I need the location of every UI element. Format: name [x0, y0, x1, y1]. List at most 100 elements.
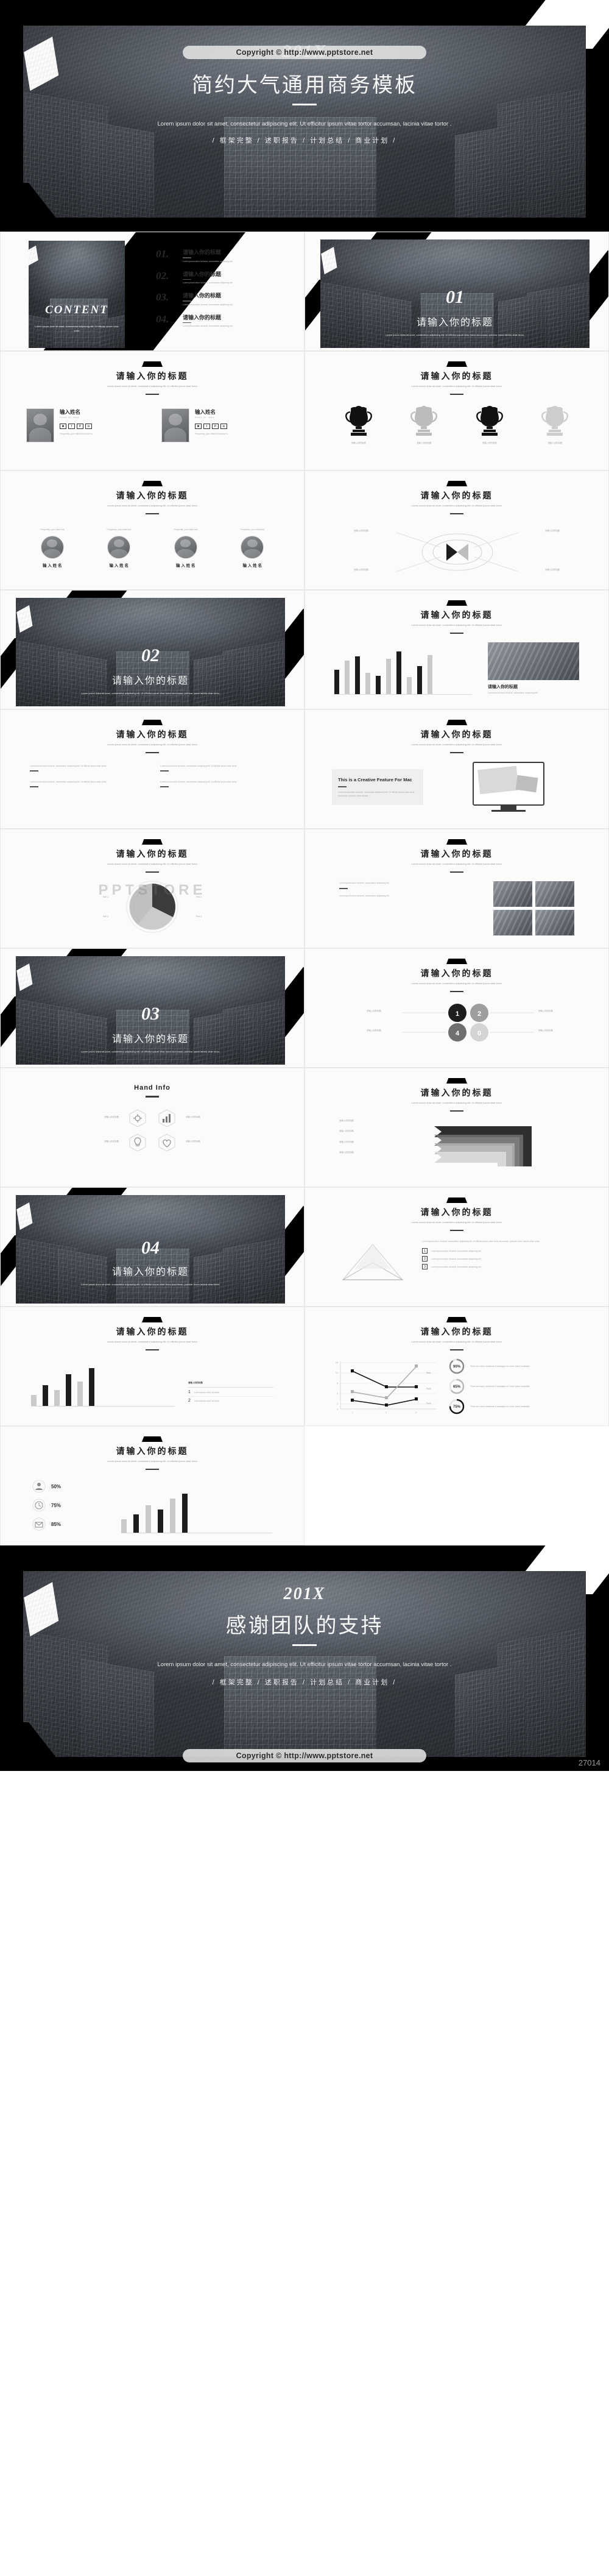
trophy-item[interactable]: 请输入你的标题 — [476, 405, 504, 445]
header-marker — [446, 1317, 467, 1322]
donut-item[interactable]: 90% There are many variations of passage… — [448, 1358, 586, 1375]
bar-photo-slide[interactable]: 请输入你的标题 Lorem ipsum dolor sit amet, cons… — [304, 590, 609, 709]
list-item[interactable]: 04. 请输入你的标题 Lorem ipsum dolor sit amet, … — [156, 313, 299, 328]
person-item[interactable]: Frequently, your initial font 输 入 姓 名 — [158, 528, 213, 568]
final-metrics-slide[interactable]: 请输入你的标题 Lorem ipsum dolor sit amet, cons… — [0, 1426, 304, 1545]
pie-label: Part 1 — [102, 896, 108, 899]
linkedin-icon[interactable]: in — [220, 424, 227, 430]
donut-item[interactable]: 65% There are many variations of passage… — [448, 1378, 586, 1395]
legend-row-num: 2 — [188, 1399, 191, 1403]
content-slide[interactable]: CONTENT Lorem ipsum dolor sit amet, cons… — [0, 232, 304, 351]
row-final-metrics: 请输入你的标题 Lorem ipsum dolor sit amet, cons… — [0, 1426, 609, 1545]
arrow-slide[interactable]: 请输入你的标题 Lorem ipsum dolor sit amet, cons… — [304, 1068, 609, 1187]
trophy-label: 请输入你的标题 — [417, 442, 432, 445]
photo-thumb[interactable] — [535, 881, 574, 907]
section-slide-04[interactable]: 04 请输入你的标题 Lorem ipsum dolor sit amet, c… — [0, 1187, 304, 1307]
venn-slide[interactable]: 请输入你的标题 Lorem ipsum dolor sit amet, cons… — [304, 470, 609, 590]
envelope-row[interactable]: 3 Lorem ipsum dolor sit amet, consectetu… — [422, 1264, 577, 1270]
envelope-row[interactable]: 2 Lorem ipsum dolor sit amet, consectetu… — [422, 1256, 577, 1262]
slide-subtitle: Lorem ipsum dolor sit amet, consectetur … — [411, 862, 502, 865]
avatar — [174, 536, 197, 559]
envelope-icon — [342, 1244, 404, 1280]
trophy-label: 请输入你的标题 — [351, 442, 366, 445]
section-slide-02[interactable]: 02 请输入你的标题 Lorem ipsum dolor sit amet, c… — [0, 590, 304, 709]
envelope-row[interactable]: 1 Lorem ipsum dolor sit amet, consectetu… — [422, 1248, 577, 1254]
text-block[interactable]: Lorem ipsum dolor sit amet, consectetur … — [30, 764, 144, 772]
arrow-label: 请输入你的标题 — [339, 1151, 354, 1154]
people-slide[interactable]: 请输入你的标题 Lorem ipsum dolor sit amet, cons… — [0, 470, 304, 590]
envelope-rows: 1 Lorem ipsum dolor sit amet, consectetu… — [422, 1248, 577, 1270]
metric-item[interactable]: 75% — [32, 1499, 105, 1512]
section-desc: Lorem ipsum dolor sit amet, consectetur … — [385, 333, 525, 336]
trophy-slide[interactable]: 请输入你的标题 Lorem ipsum dolor sit amet, cons… — [304, 351, 609, 470]
svg-text:65%: 65% — [453, 1385, 461, 1389]
text-block[interactable]: Lorem ipsum dolor sit amet, consectetur … — [160, 780, 275, 787]
person-item[interactable]: Frequently, your initial font 输 入 姓 名 — [225, 528, 280, 568]
twitter-icon[interactable]: ✖ — [60, 424, 66, 430]
twitter-icon[interactable]: ✖ — [195, 424, 202, 430]
trophy-item[interactable]: 请输入你的标题 — [410, 405, 438, 445]
person-name: 输 入 姓 名 — [109, 564, 128, 569]
line-donut-slide[interactable]: 请输入你的标题 Lorem ipsum dolor sit amet, cons… — [304, 1307, 609, 1426]
slide-title: 请输入你的标题 — [420, 610, 493, 620]
facebook-icon[interactable]: f — [68, 424, 75, 430]
metric-percent: 75% — [51, 1502, 62, 1508]
donut-item[interactable]: 75% There are many variations of passage… — [448, 1398, 586, 1415]
person-item[interactable]: Frequently, your initial font 输 入 姓 名 — [25, 528, 80, 568]
metric-item[interactable]: 50% — [32, 1480, 105, 1493]
list-item[interactable]: 03. 请输入你的标题 Lorem ipsum dolor sit amet, … — [156, 291, 299, 307]
feature-slide[interactable]: 请输入你的标题 Lorem ipsum dolor sit amet, cons… — [304, 709, 609, 829]
pinterest-icon[interactable]: P — [77, 424, 83, 430]
content-photo: CONTENT Lorem ipsum dolor sit amet, cons… — [29, 241, 125, 348]
four-text-slide[interactable]: 请输入你的标题 Lorem ipsum dolor sit amet, cons… — [0, 709, 304, 829]
slide-title: 请输入你的标题 — [420, 729, 493, 739]
envelope-row-text: Lorem ipsum dolor sit amet, consectetur … — [431, 1249, 482, 1252]
svg-text:3: 3 — [415, 1411, 417, 1414]
pinterest-icon[interactable]: P — [212, 424, 219, 430]
envelope-slide[interactable]: 请输入你的标题 Lorem ipsum dolor sit amet, cons… — [304, 1187, 609, 1307]
section-photo: 04 请输入你的标题 Lorem ipsum dolor sit amet, c… — [16, 1195, 285, 1304]
ending-slide[interactable]: 201X 感谢团队的支持 Lorem ipsum dolor sit amet,… — [0, 1545, 609, 1771]
hand-info-slide[interactable]: Hand Info 请输入你的标题 请输入你的标题 请输入你的标题 请输入你的标… — [0, 1068, 304, 1187]
section-slide-01[interactable]: 01 请输入你的标题 Lorem ipsum dolor sit amet, c… — [304, 232, 609, 351]
team-member[interactable]: 输入姓名 Head Of Idea ✖ f P in Frequently, y… — [26, 408, 143, 443]
text-block[interactable]: Lorem ipsum dolor sit amet, consectetur … — [30, 780, 144, 787]
cover-slide[interactable]: 201X 简约大气通用商务模板 Lorem ipsum dolor sit am… — [0, 0, 609, 232]
social-links[interactable]: ✖ f P in — [195, 424, 278, 430]
member-role: Head Of Idea — [195, 416, 215, 419]
team-member[interactable]: 输入姓名 Head Of Idea ✖ f P in Frequently, y… — [161, 408, 278, 443]
donut-text: There are many variations of passages of… — [470, 1365, 530, 1368]
facebook-icon[interactable]: f — [203, 424, 210, 430]
photo-thumb[interactable] — [535, 910, 574, 936]
pie-slide[interactable]: 请输入你的标题 Lorem ipsum dolor sit amet, cons… — [0, 829, 304, 948]
list-item[interactable]: 02. 请输入你的标题 Lorem ipsum dolor sit amet, … — [156, 270, 299, 285]
list-item[interactable]: 01. 请输入你的标题 Lorem ipsum dolor sit amet, … — [156, 248, 299, 263]
bar-table-slide[interactable]: 请输入你的标题 Lorem ipsum dolor sit amet, cons… — [0, 1307, 304, 1426]
team-slide[interactable]: 请输入你的标题 Lorem ipsum dolor sit amet, cons… — [0, 351, 304, 470]
cover-subtitle: Lorem ipsum dolor sit amet, consectetur … — [157, 121, 452, 127]
photo-grid-slide[interactable]: 请输入你的标题 Lorem ipsum dolor sit amet, cons… — [304, 829, 609, 948]
trophy-item[interactable]: 请输入你的标题 — [541, 405, 569, 445]
legend-row[interactable]: 1 Lorem ipsum dolor sit amet — [188, 1390, 273, 1394]
section-slide-03[interactable]: 03 请输入你的标题 Lorem ipsum dolor sit amet, c… — [0, 948, 304, 1068]
hand-info-label: 请输入你的标题 — [104, 1116, 119, 1119]
ending-photo: 201X 感谢团队的支持 Lorem ipsum dolor sit amet,… — [23, 1571, 586, 1757]
metric-item[interactable]: 85% — [32, 1517, 105, 1531]
photo-thumb[interactable] — [493, 910, 532, 936]
legend-row[interactable]: 2 Lorem ipsum dolor sit amet — [188, 1399, 273, 1403]
trophy-label: 请输入你的标题 — [547, 442, 563, 445]
slide-subtitle: Lorem ipsum dolor sit amet, consectetur … — [107, 385, 198, 388]
photo-thumb[interactable] — [493, 881, 532, 907]
section-number: 03 — [141, 1004, 160, 1024]
bar-photo-thumb — [488, 642, 579, 681]
text-block[interactable]: Lorem ipsum dolor sit amet, consectetur … — [160, 764, 275, 772]
feature-card[interactable]: This is a Creative Feature For Mac Lorem… — [332, 768, 423, 805]
trophy-item[interactable]: 请输入你的标题 — [345, 405, 373, 445]
social-links[interactable]: ✖ f P in — [60, 424, 143, 430]
number-ring-slide[interactable]: 请输入你的标题 Lorem ipsum dolor sit amet, cons… — [304, 948, 609, 1068]
ring-label: 请输入你的标题 — [367, 1010, 381, 1013]
person-item[interactable]: Frequently, your initial font 输 入 姓 名 — [91, 528, 146, 568]
bar-photo-desc: Lorem ipsum dolor sit amet, consectetur … — [488, 692, 538, 695]
line-chart: 18 14 8 4 2 0 1 2 3 Part1 Part2 Part3 — [336, 1361, 437, 1414]
linkedin-icon[interactable]: in — [85, 424, 92, 430]
